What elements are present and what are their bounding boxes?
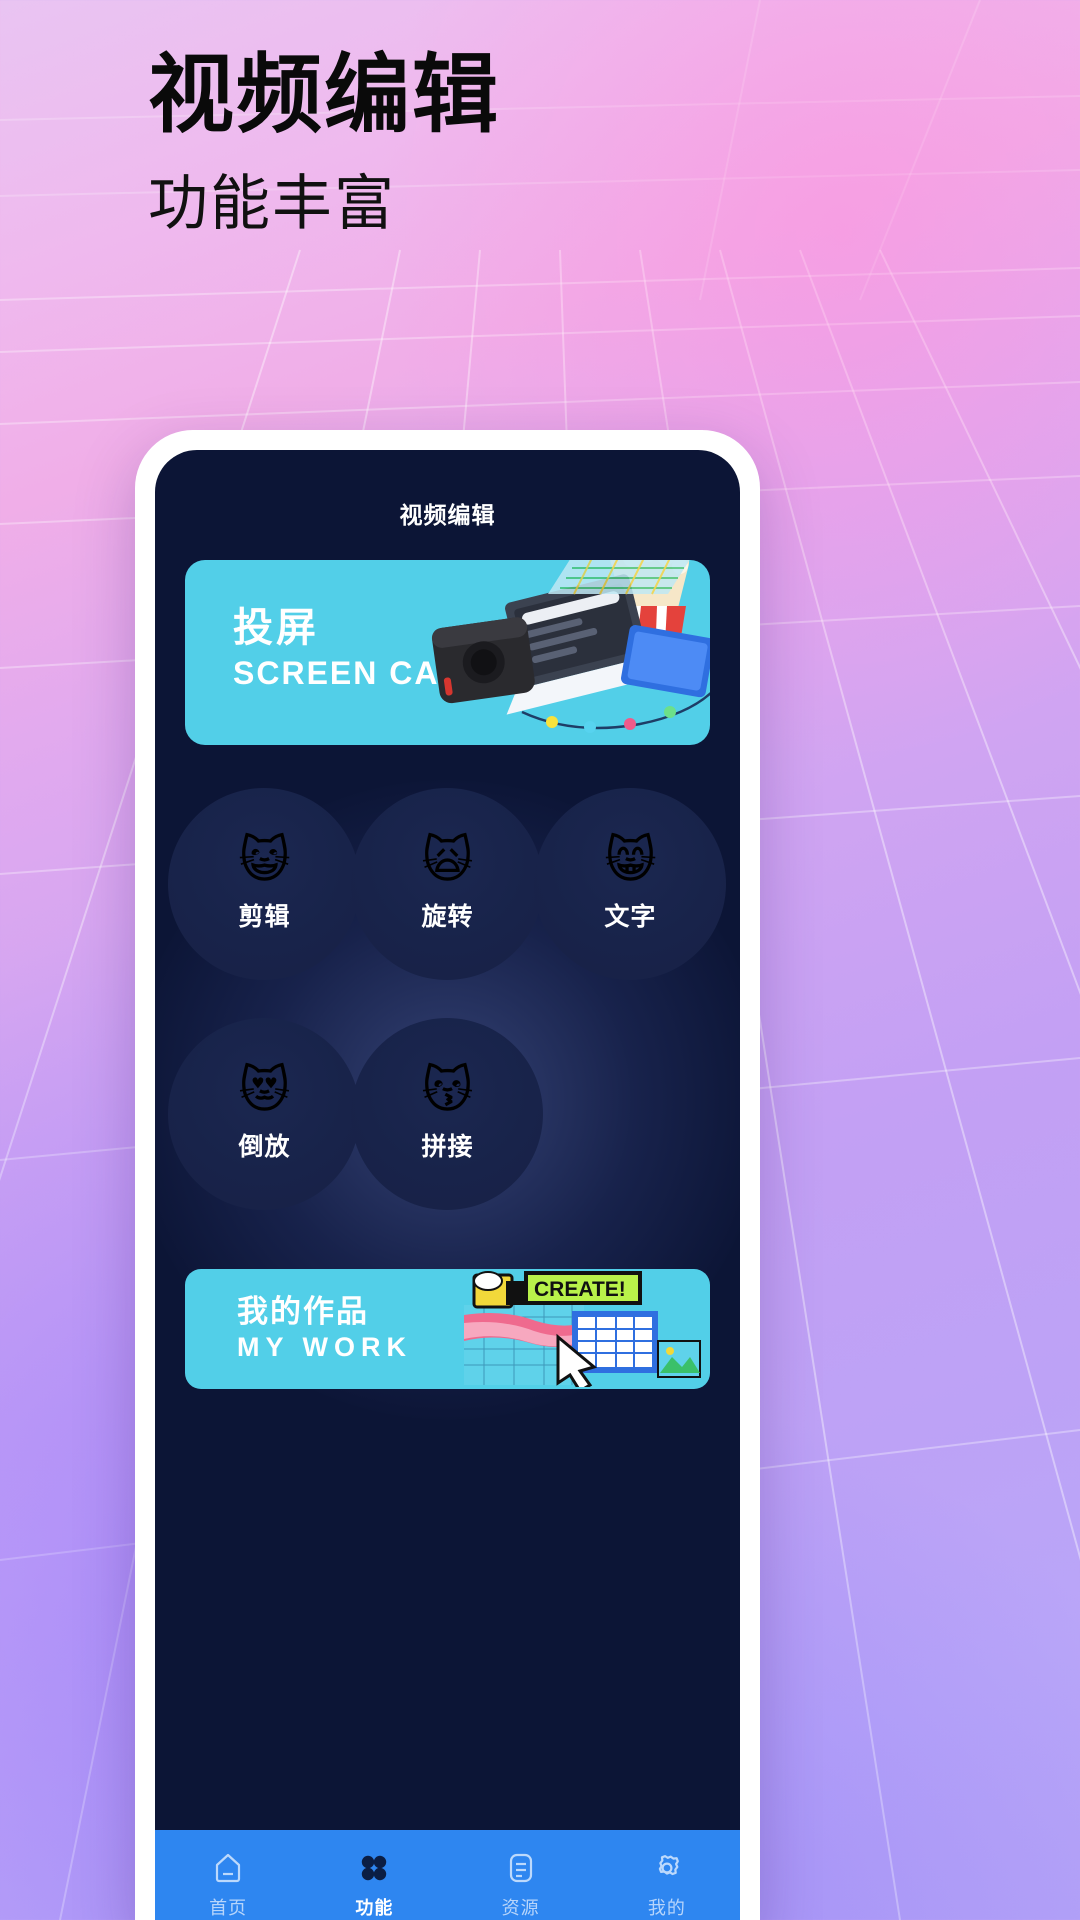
feature-label: 拼接 xyxy=(421,1133,474,1161)
feature-button-rotate[interactable]: 🙀 旋转 xyxy=(351,788,544,980)
page-subtitle: 功能丰富 xyxy=(148,169,396,237)
poster-headline: 视频编辑 功能丰富 xyxy=(148,48,500,237)
grinning-cat-smiling-eyes-icon: 😸 xyxy=(604,832,657,888)
my-work-banner[interactable]: 我的作品 MY WORK CREATE! xyxy=(185,1269,710,1389)
feature-button-text[interactable]: 😸 文字 xyxy=(534,788,727,980)
app-header-title: 视频编辑 xyxy=(399,502,496,528)
feature-grid: 😺 剪辑 🙀 旋转 😸 文字 😻 倒放 😽 拼接 xyxy=(155,745,740,1225)
feature-label: 剪辑 xyxy=(238,903,291,931)
bottom-navigation-bar: 首页 功能 资源 我的 xyxy=(155,1830,740,1920)
feature-cell[interactable]: 😺 剪辑 xyxy=(168,773,361,995)
nav-label: 首页 xyxy=(209,1897,248,1918)
phone-mockup: 视频编辑 投屏 SCREEN CASTIN 😺 剪辑 🙀 旋转 😸 文字 😻 倒… xyxy=(135,430,760,1920)
feature-cell-empty xyxy=(539,1003,722,1225)
feature-cell[interactable]: 😽 拼接 xyxy=(351,1003,544,1225)
nav-item-mine[interactable]: 我的 xyxy=(594,1830,740,1920)
feature-label: 文字 xyxy=(604,903,657,931)
my-work-title-en: MY WORK xyxy=(237,1332,412,1362)
nav-item-home[interactable]: 首页 xyxy=(155,1830,301,1920)
nav-label: 资源 xyxy=(501,1897,540,1918)
kissing-cat-icon: 😽 xyxy=(421,1062,474,1118)
projector-illustration xyxy=(431,560,710,733)
nav-label: 功能 xyxy=(355,1897,394,1918)
grid-dots-icon xyxy=(362,1855,387,1880)
feature-button-clip[interactable]: 😺 剪辑 xyxy=(168,788,361,980)
my-work-title-cn: 我的作品 xyxy=(237,1294,369,1329)
feature-cell[interactable]: 🙀 旋转 xyxy=(351,773,544,995)
weary-cat-icon: 🙀 xyxy=(421,832,474,888)
feature-label: 旋转 xyxy=(421,903,474,931)
svg-text:CREATE!: CREATE! xyxy=(534,1278,626,1301)
heart-eyes-cat-icon: 😻 xyxy=(238,1062,291,1118)
feature-button-merge[interactable]: 😽 拼接 xyxy=(351,1018,544,1210)
document-icon xyxy=(509,1853,532,1882)
grinning-cat-icon: 😺 xyxy=(238,832,291,888)
home-icon xyxy=(216,1853,241,1882)
phone-screen: 视频编辑 投屏 SCREEN CASTIN 😺 剪辑 🙀 旋转 😸 文字 😻 倒… xyxy=(155,450,740,1920)
feature-button-reverse[interactable]: 😻 倒放 xyxy=(168,1018,361,1210)
feature-cell[interactable]: 😸 文字 xyxy=(534,773,727,995)
nav-item-features[interactable]: 功能 xyxy=(301,1830,447,1920)
my-work-banner-text: 我的作品 MY WORK xyxy=(237,1296,412,1361)
create-illustration: CREATE! xyxy=(464,1271,701,1387)
screen-casting-banner[interactable]: 投屏 SCREEN CASTIN xyxy=(185,560,710,745)
nav-label: 我的 xyxy=(647,1897,686,1918)
page-title: 视频编辑 xyxy=(148,47,500,143)
gear-icon xyxy=(658,1854,679,1875)
nav-item-resources[interactable]: 资源 xyxy=(448,1830,594,1920)
feature-cell[interactable]: 😻 倒放 xyxy=(168,1003,361,1225)
feature-label: 倒放 xyxy=(238,1133,291,1161)
